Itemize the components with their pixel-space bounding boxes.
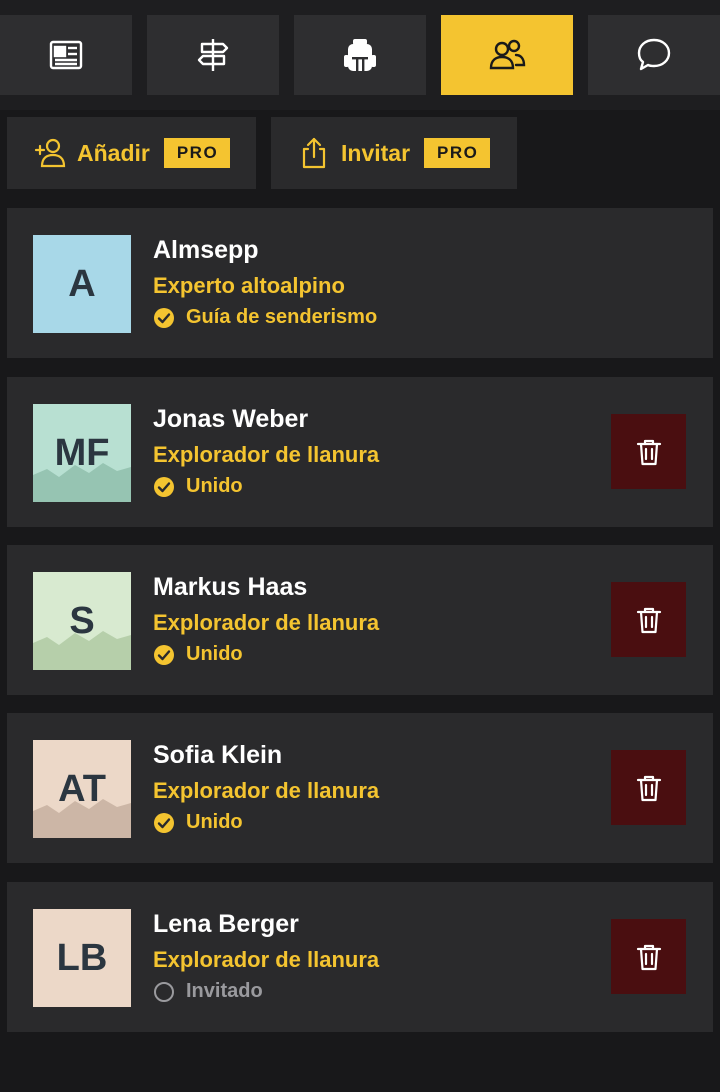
add-member-label: Añadir — [77, 139, 150, 166]
add-member-button[interactable]: Añadir PRO — [7, 117, 256, 189]
pro-badge: PRO — [163, 138, 231, 168]
avatar-initials: LB — [56, 936, 108, 979]
check-circle-icon — [154, 644, 174, 665]
member-status-text: Unido — [186, 475, 243, 497]
tab-group[interactable] — [441, 15, 573, 95]
invite-label: Invitar — [341, 139, 411, 166]
check-circle-icon — [154, 476, 174, 497]
tab-chat[interactable] — [588, 15, 720, 95]
member-card[interactable]: A Almsepp Experto altoalpino Guía de sen… — [7, 208, 713, 358]
newspaper-icon — [49, 40, 83, 70]
avatar: LB — [33, 909, 131, 1007]
member-card[interactable]: AT Sofia Klein Explorador de llanura Uni… — [7, 713, 713, 863]
member-card[interactable]: S Markus Haas Explorador de llanura Unid… — [7, 545, 713, 695]
member-role: Explorador de llanura — [153, 947, 380, 972]
trash-icon — [636, 944, 661, 970]
member-status-text: Unido — [186, 811, 243, 833]
member-status-text: Unido — [186, 643, 243, 665]
member-status: Unido — [153, 643, 243, 666]
member-status: Guía de senderismo — [153, 306, 377, 329]
invite-button[interactable]: Invitar PRO — [271, 117, 517, 189]
delete-member-button[interactable] — [611, 414, 686, 489]
member-status-text: Invitado — [186, 980, 263, 1002]
member-role: Explorador de llanura — [153, 778, 380, 803]
avatar-initials: S — [69, 599, 95, 642]
member-status: Unido — [153, 475, 243, 498]
member-role: Explorador de llanura — [153, 610, 380, 635]
member-status: Invitado — [153, 980, 263, 1003]
pending-circle-icon — [154, 981, 174, 1002]
avatar-initials: A — [68, 262, 96, 305]
member-name: Lena Berger — [153, 910, 299, 938]
member-name: Almsepp — [153, 236, 259, 264]
chat-icon — [637, 38, 671, 71]
member-name: Jonas Weber — [153, 405, 309, 433]
avatar-initials: MF — [54, 431, 110, 474]
member-name: Markus Haas — [153, 573, 308, 601]
avatar: S — [33, 572, 131, 670]
avatar-initials: AT — [58, 767, 106, 810]
member-name: Sofia Klein — [153, 741, 283, 769]
add-user-icon — [34, 138, 66, 168]
member-card[interactable]: LB Lena Berger Explorador de llanura Inv… — [7, 882, 713, 1032]
trash-icon — [636, 439, 661, 465]
tab-equipment[interactable] — [294, 15, 426, 95]
avatar: MF — [33, 404, 131, 502]
trash-icon — [636, 607, 661, 633]
tab-news[interactable] — [0, 15, 132, 95]
check-circle-icon — [154, 307, 174, 328]
check-circle-icon — [154, 812, 174, 833]
member-card[interactable]: MF Jonas Weber Explorador de llanura Uni… — [7, 377, 713, 527]
tab-routes[interactable] — [147, 15, 279, 95]
delete-member-button[interactable] — [611, 750, 686, 825]
member-status-text: Guía de senderismo — [186, 306, 378, 328]
backpack-icon — [344, 39, 376, 71]
member-status: Unido — [153, 811, 243, 834]
delete-member-button[interactable] — [611, 919, 686, 994]
share-icon — [302, 137, 326, 169]
avatar: A — [33, 235, 131, 333]
signpost-icon — [197, 39, 229, 71]
member-role: Experto altoalpino — [153, 273, 345, 298]
avatar: AT — [33, 740, 131, 838]
top-tab-bar — [0, 0, 720, 110]
pro-badge: PRO — [424, 138, 491, 168]
delete-member-button[interactable] — [611, 582, 686, 657]
users-icon — [489, 39, 526, 70]
member-role: Explorador de llanura — [153, 442, 380, 467]
trash-icon — [636, 775, 661, 801]
